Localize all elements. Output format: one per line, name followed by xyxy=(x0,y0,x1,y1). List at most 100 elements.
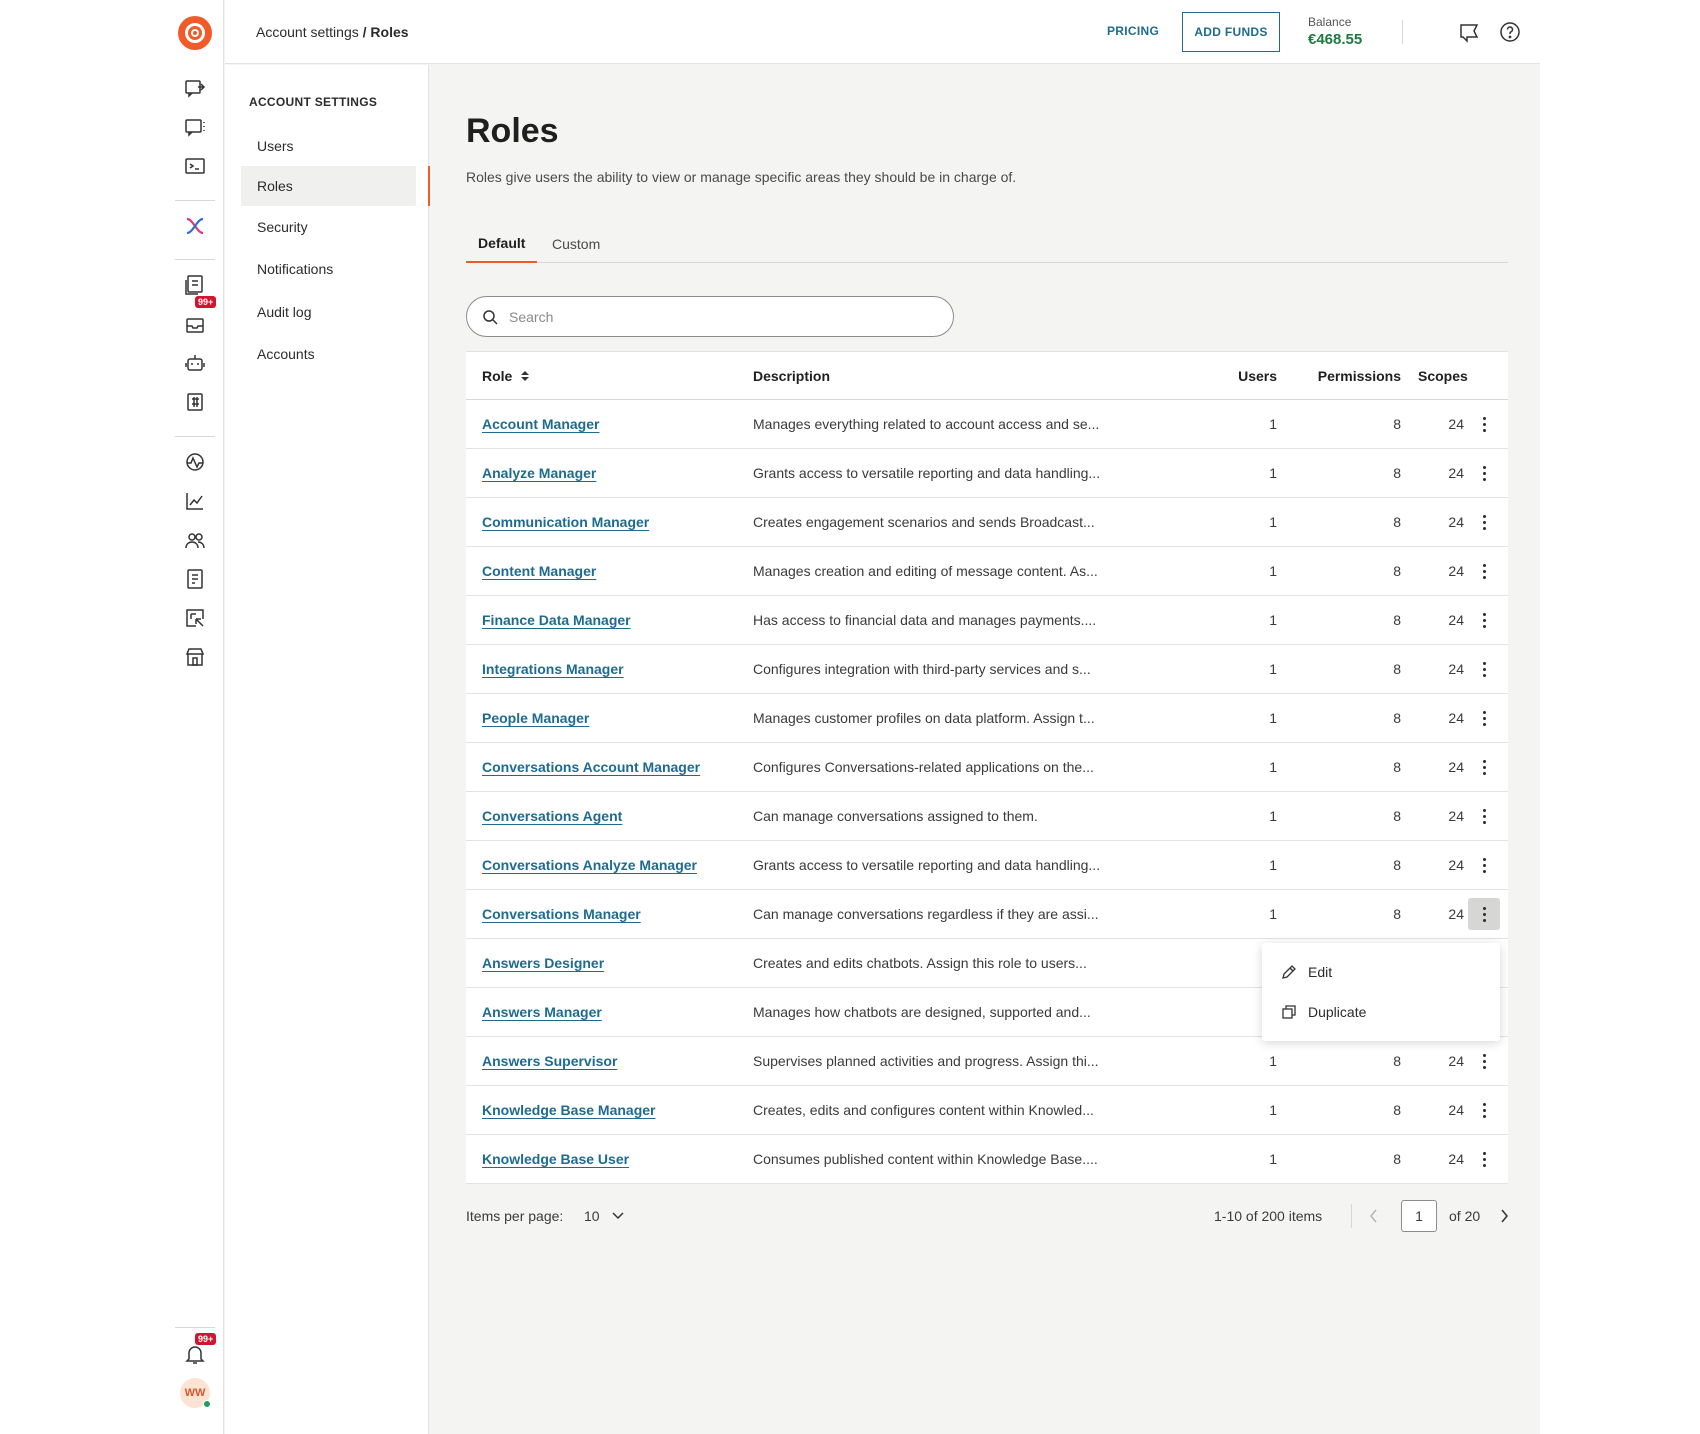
add-funds-button[interactable]: ADD FUNDS xyxy=(1182,12,1280,52)
menu-item-duplicate[interactable]: Duplicate xyxy=(1262,992,1500,1032)
page-number-input[interactable]: 1 xyxy=(1401,1200,1437,1232)
sidebar-item-users[interactable]: Users xyxy=(241,126,416,166)
menu-item-label: Duplicate xyxy=(1308,1004,1367,1020)
more-actions-icon[interactable] xyxy=(1468,1094,1500,1126)
items-per-page-value: 10 xyxy=(584,1208,600,1224)
settings-sidebar: ACCOUNT SETTINGS Users Roles Security No… xyxy=(225,65,429,1434)
more-actions-icon[interactable] xyxy=(1468,800,1500,832)
items-per-page-select[interactable]: 10 xyxy=(584,1198,624,1234)
analytics-icon[interactable] xyxy=(183,489,207,513)
sidebar-item-security[interactable]: Security xyxy=(241,207,416,247)
header-role[interactable]: Role xyxy=(482,352,530,400)
top-bar: Account settings / Roles PRICING ADD FUN… xyxy=(225,0,1540,64)
role-link[interactable]: Communication Manager xyxy=(482,514,649,530)
role-link[interactable]: Account Manager xyxy=(482,416,599,432)
inbox-icon[interactable] xyxy=(183,312,207,336)
role-description: Manages customer profiles on data platfo… xyxy=(753,710,1095,726)
balance-value: €468.55 xyxy=(1308,31,1363,48)
table-row: Conversations Manager Can manage conversa… xyxy=(466,890,1508,939)
topbar-divider xyxy=(1402,20,1403,44)
search-box xyxy=(466,296,954,337)
tab-custom[interactable]: Custom xyxy=(540,225,612,263)
knowledge-base-icon[interactable] xyxy=(183,567,207,591)
more-actions-icon[interactable] xyxy=(1468,555,1500,587)
menu-item-edit[interactable]: Edit xyxy=(1262,952,1500,992)
role-link[interactable]: Knowledge Base Manager xyxy=(482,1102,656,1118)
role-description: Can manage conversations regardless if t… xyxy=(753,906,1099,922)
table-row: Conversations Account Manager Configures … xyxy=(466,743,1508,792)
role-users: 1 xyxy=(1269,661,1277,677)
people-icon[interactable] xyxy=(183,528,207,552)
exchange-icon[interactable] xyxy=(183,214,207,238)
sort-icon[interactable] xyxy=(520,370,530,382)
sidebar-item-audit-log[interactable]: Audit log xyxy=(241,292,416,332)
pricing-link[interactable]: PRICING xyxy=(1107,24,1159,38)
more-actions-icon[interactable] xyxy=(1468,604,1500,636)
more-actions-icon[interactable] xyxy=(1468,1045,1500,1077)
search-input[interactable] xyxy=(509,308,929,325)
balance-label: Balance xyxy=(1308,15,1352,29)
bot-icon[interactable] xyxy=(183,351,207,375)
more-actions-icon[interactable] xyxy=(1468,702,1500,734)
more-actions-icon[interactable] xyxy=(1468,408,1500,440)
role-link[interactable]: Conversations Account Manager xyxy=(482,759,700,775)
tabs: Default Custom xyxy=(466,225,1508,263)
notifications-icon[interactable] xyxy=(183,1342,207,1366)
table-row: Knowledge Base User Consumes published co… xyxy=(466,1135,1508,1184)
hashtag-icon[interactable] xyxy=(183,390,207,414)
feedback-icon[interactable] xyxy=(1457,20,1481,44)
role-permissions: 8 xyxy=(1393,808,1401,824)
role-users: 1 xyxy=(1269,612,1277,628)
sidebar-item-roles[interactable]: Roles xyxy=(241,166,416,206)
more-actions-icon[interactable] xyxy=(1468,653,1500,685)
role-link[interactable]: Answers Designer xyxy=(482,955,604,971)
role-link[interactable]: Conversations Analyze Manager xyxy=(482,857,697,873)
role-scopes: 24 xyxy=(1448,612,1464,628)
role-link[interactable]: Conversations Agent xyxy=(482,808,622,824)
moments-icon[interactable] xyxy=(183,76,207,100)
activity-icon[interactable] xyxy=(183,450,207,474)
more-actions-icon[interactable] xyxy=(1468,506,1500,538)
more-actions-icon[interactable] xyxy=(1468,898,1500,930)
cursor-board-icon[interactable] xyxy=(183,606,207,630)
logo[interactable] xyxy=(178,16,212,50)
docs-icon[interactable] xyxy=(183,273,207,297)
role-link[interactable]: Knowledge Base User xyxy=(482,1151,629,1167)
help-icon[interactable] xyxy=(1498,20,1522,44)
role-link[interactable]: Integrations Manager xyxy=(482,661,624,677)
role-scopes: 24 xyxy=(1448,465,1464,481)
conversations-icon[interactable] xyxy=(183,115,207,139)
prev-page-icon[interactable] xyxy=(1369,1198,1379,1234)
role-link[interactable]: Finance Data Manager xyxy=(482,612,631,628)
header-scopes: Scopes xyxy=(1418,368,1468,384)
terminal-icon[interactable] xyxy=(183,154,207,178)
menu-item-label: Edit xyxy=(1308,964,1333,980)
more-actions-icon[interactable] xyxy=(1468,1143,1500,1175)
role-link[interactable]: Answers Manager xyxy=(482,1004,602,1020)
role-users: 1 xyxy=(1269,759,1277,775)
more-actions-icon[interactable] xyxy=(1468,751,1500,783)
table-row: Content Manager Manages creation and edit… xyxy=(466,547,1508,596)
tab-default[interactable]: Default xyxy=(466,225,538,263)
role-scopes: 24 xyxy=(1448,857,1464,873)
sidebar-item-accounts[interactable]: Accounts xyxy=(241,334,416,374)
role-link[interactable]: Content Manager xyxy=(482,563,596,579)
role-link[interactable]: People Manager xyxy=(482,710,589,726)
role-link[interactable]: Answers Supervisor xyxy=(482,1053,617,1069)
role-permissions: 8 xyxy=(1393,612,1401,628)
role-description: Has access to financial data and manages… xyxy=(753,612,1097,628)
store-icon[interactable] xyxy=(183,645,207,669)
role-link[interactable]: Analyze Manager xyxy=(482,465,596,481)
breadcrumb-parent[interactable]: Account settings xyxy=(256,24,359,40)
next-page-icon[interactable] xyxy=(1499,1198,1509,1234)
role-description: Manages everything related to account ac… xyxy=(753,416,1100,432)
role-link[interactable]: Conversations Manager xyxy=(482,906,641,922)
sidebar-item-notifications[interactable]: Notifications xyxy=(241,249,416,289)
more-actions-icon[interactable] xyxy=(1468,457,1500,489)
role-scopes: 24 xyxy=(1448,808,1464,824)
table-row: Communication Manager Creates engagement … xyxy=(466,498,1508,547)
role-scopes: 24 xyxy=(1448,1102,1464,1118)
more-actions-icon[interactable] xyxy=(1468,849,1500,881)
breadcrumb-current: Roles xyxy=(370,24,409,40)
notifications-badge: 99+ xyxy=(195,1333,217,1345)
